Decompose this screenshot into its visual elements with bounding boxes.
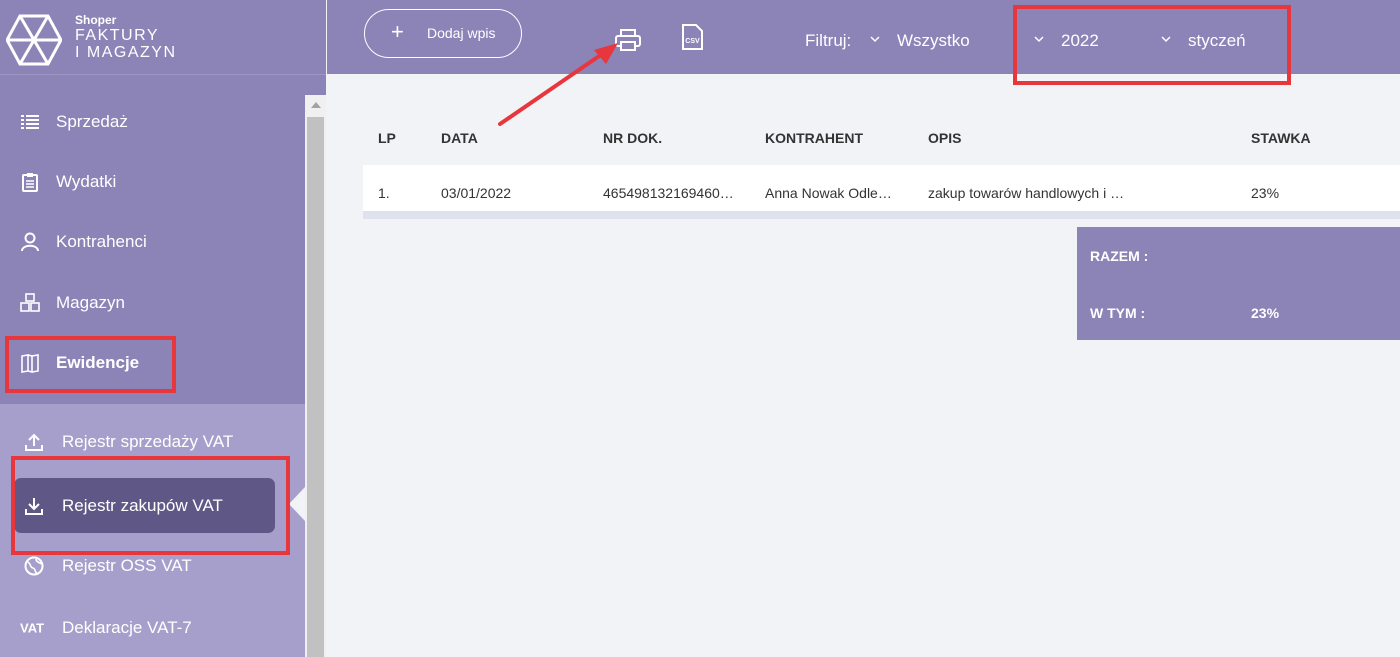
csv-icon-text: CSV <box>685 38 700 45</box>
annotation-arrow-icon <box>498 43 618 126</box>
summary-including-label: W TYM : <box>1090 305 1146 321</box>
active-pointer <box>289 487 305 521</box>
list-icon <box>21 115 39 129</box>
vat-text-icon: VAT <box>20 620 45 636</box>
cell-kontrahent: Anna Nowak Odle… <box>765 185 892 201</box>
brand-name-small: Shoper <box>75 13 117 27</box>
col-header-data[interactable]: DATA <box>441 130 478 146</box>
nav-label: Sprzedaż <box>56 112 128 131</box>
user-icon <box>21 232 39 252</box>
nav-item-sprzedaz[interactable]: Sprzedaż <box>0 92 305 152</box>
nav-label: Magazyn <box>56 293 125 312</box>
summary-panel: RAZEM : W TYM : 23% <box>1077 227 1400 340</box>
table-row[interactable]: 1. 03/01/2022 465498132169460… Anna Nowa… <box>363 165 1400 219</box>
add-entry-label: Dodaj wpis <box>427 25 496 41</box>
submenu-label: Rejestr sprzedaży VAT <box>62 432 234 451</box>
brand-line-1: FAKTURY <box>75 27 159 44</box>
highlight-date-filter <box>1013 5 1291 85</box>
nav-label: Kontrahenci <box>56 232 147 251</box>
submenu-item-deklaracje[interactable]: VAT Deklaracje VAT-7 <box>0 600 305 656</box>
brand-line-2: I MAGAZYN <box>75 44 177 61</box>
summary-total-label: RAZEM : <box>1090 248 1149 264</box>
nav-item-kontrahenci[interactable]: Kontrahenci <box>0 212 305 272</box>
cell-nr-dok: 465498132169460… <box>603 185 734 201</box>
clipboard-icon <box>22 173 38 192</box>
cell-stawka: 23% <box>1251 185 1280 201</box>
highlight-ewidencje <box>5 336 176 393</box>
nav-item-wydatki[interactable]: Wydatki <box>0 152 305 212</box>
upload-icon <box>25 433 43 451</box>
col-header-stawka[interactable]: STAWKA <box>1251 130 1311 146</box>
cell-opis: zakup towarów handlowych i … <box>928 185 1125 201</box>
logo-hexagon-icon <box>6 14 62 66</box>
globe-icon <box>24 556 44 576</box>
highlight-rejestr-zakupow <box>11 456 290 555</box>
submenu-label: Deklaracje VAT-7 <box>62 618 192 637</box>
cell-data: 03/01/2022 <box>441 185 512 201</box>
sidebar: Shoper FAKTURY I MAGAZYN Sprzedaż Wydatk… <box>0 0 326 657</box>
plus-icon: + <box>391 19 404 44</box>
chevron-down-icon <box>870 36 880 43</box>
col-header-kontrahent[interactable]: KONTRAHENT <box>765 130 863 146</box>
cell-lp: 1. <box>378 185 390 201</box>
scroll-up-arrow-icon[interactable] <box>311 102 321 108</box>
scrollbar-thumb[interactable] <box>307 117 324 657</box>
submenu-label: Rejestr OSS VAT <box>62 556 192 575</box>
sidebar-divider <box>0 74 326 75</box>
filter-label: Filtruj: <box>805 31 852 50</box>
csv-export-icon[interactable]: CSV <box>679 24 705 50</box>
nav-label: Wydatki <box>56 172 117 191</box>
sidebar-scrollbar[interactable] <box>305 95 326 657</box>
filter-value: Wszystko <box>897 31 970 50</box>
nav-item-magazyn[interactable]: Magazyn <box>0 273 305 333</box>
boxes-icon <box>20 293 40 312</box>
summary-including-rate: 23% <box>1251 305 1280 321</box>
col-header-lp[interactable]: LP <box>378 130 396 146</box>
col-header-opis[interactable]: OPIS <box>928 130 961 146</box>
logo[interactable]: Shoper FAKTURY I MAGAZYN <box>0 0 326 74</box>
